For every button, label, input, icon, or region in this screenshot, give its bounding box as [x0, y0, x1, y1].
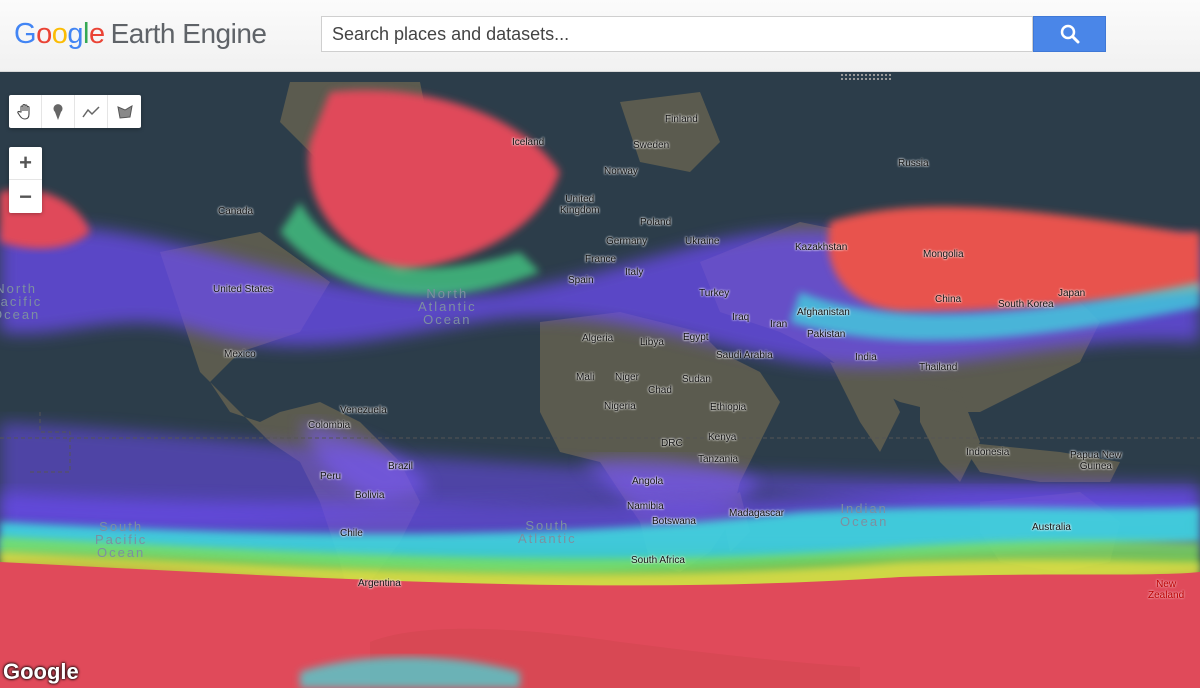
label-united-kingdom: United Kingdom	[560, 194, 600, 216]
label-russia: Russia	[898, 158, 929, 169]
label-china: China	[935, 294, 962, 305]
label-egypt: Egypt	[683, 332, 709, 343]
search-box	[321, 16, 1033, 52]
label-france: France	[585, 254, 617, 265]
map-view[interactable]: Finland Sweden Norway Russia Iceland Can…	[0, 82, 1200, 688]
label-botswana: Botswana	[652, 516, 696, 527]
label-south-pacific-ocean: South Pacific Ocean	[95, 519, 148, 560]
polygon-icon	[116, 104, 133, 119]
logo-letter: G	[14, 18, 37, 50]
label-papua-new-guinea: Papua New Guinea	[1070, 450, 1122, 472]
label-norway: Norway	[604, 166, 638, 177]
label-chad: Chad	[648, 385, 672, 396]
label-drc: DRC	[661, 438, 683, 449]
label-iceland: Iceland	[512, 137, 545, 148]
label-argentina: Argentina	[358, 578, 401, 589]
label-mongolia: Mongolia	[923, 249, 964, 260]
label-venezuela: Venezuela	[340, 405, 387, 416]
label-poland: Poland	[640, 217, 672, 228]
label-bolivia: Bolivia	[355, 490, 385, 501]
label-south-korea: South Korea	[998, 299, 1054, 310]
label-mali: Mali	[576, 372, 595, 383]
label-brazil: Brazil	[388, 461, 414, 472]
logo-letter: o	[36, 18, 52, 50]
label-ethiopia: Ethiopia	[710, 402, 747, 413]
label-south-africa: South Africa	[631, 555, 685, 566]
label-finland: Finland	[665, 114, 698, 125]
label-north-pacific-ocean: North Pacific Ocean	[0, 281, 43, 322]
label-algeria: Algeria	[582, 333, 614, 344]
marker-icon	[53, 103, 63, 120]
label-sweden: Sweden	[633, 140, 670, 151]
label-canada: Canada	[218, 206, 254, 217]
polygon-tool-button[interactable]	[108, 95, 141, 128]
label-namibia: Namibia	[627, 501, 664, 512]
label-niger: Niger	[615, 372, 639, 383]
label-nigeria: Nigeria	[604, 401, 636, 412]
label-ukraine: Ukraine	[685, 236, 720, 247]
marker-tool-button[interactable]	[42, 95, 75, 128]
app-header: Google Earth Engine	[0, 0, 1200, 72]
drawing-toolbar	[9, 95, 141, 128]
label-italy: Italy	[625, 267, 644, 278]
label-south-atlantic: South Atlantic	[518, 518, 577, 546]
label-australia: Australia	[1032, 522, 1071, 533]
pan-tool-button[interactable]	[9, 95, 42, 128]
map-layer	[0, 82, 1200, 688]
label-angola: Angola	[632, 476, 664, 487]
product-name: Earth Engine	[110, 18, 267, 49]
label-iraq: Iraq	[732, 312, 750, 323]
label-new-zealand: New Zealand	[1148, 579, 1185, 601]
label-turkey: Turkey	[699, 288, 730, 299]
search-icon	[1060, 24, 1079, 44]
google-attribution-logo: Google	[3, 659, 79, 684]
label-indian-ocean: Indian Ocean	[840, 501, 889, 529]
line-tool-button[interactable]	[75, 95, 108, 128]
label-chile: Chile	[340, 528, 363, 539]
google-earth-engine-logo[interactable]: Google Earth Engine	[14, 18, 267, 51]
label-saudi-arabia: Saudi Arabia	[716, 350, 773, 361]
label-germany: Germany	[606, 236, 648, 247]
label-japan: Japan	[1058, 288, 1086, 299]
label-north-atlantic-ocean: North Atlantic Ocean	[418, 286, 477, 327]
logo-letter: g	[67, 18, 83, 50]
label-india: India	[855, 352, 877, 363]
label-libya: Libya	[640, 337, 664, 348]
hand-pan-icon	[17, 103, 30, 120]
label-peru: Peru	[320, 471, 342, 482]
label-kazakhstan: Kazakhstan	[795, 242, 848, 253]
logo-letter: e	[88, 18, 105, 50]
label-sudan: Sudan	[682, 374, 711, 385]
label-iran: Iran	[770, 319, 788, 330]
logo-letter: o	[51, 18, 68, 50]
label-thailand: Thailand	[919, 362, 958, 373]
search-input[interactable]	[322, 17, 1032, 51]
label-indonesia: Indonesia	[966, 447, 1010, 458]
panel-drag-handle[interactable]	[841, 73, 891, 81]
polyline-icon	[82, 105, 100, 117]
search-button[interactable]	[1033, 16, 1106, 52]
label-spain: Spain	[568, 275, 594, 286]
label-mexico: Mexico	[224, 349, 256, 360]
zoom-out-button[interactable]: −	[9, 180, 42, 213]
label-afghanistan: Afghanistan	[797, 307, 850, 318]
zoom-control: + −	[9, 147, 42, 213]
zoom-in-button[interactable]: +	[9, 147, 42, 180]
label-madagascar: Madagascar	[729, 508, 785, 519]
label-kenya: Kenya	[708, 432, 737, 443]
label-tanzania: Tanzania	[698, 454, 739, 465]
label-colombia: Colombia	[308, 420, 351, 431]
label-united-states: United States	[213, 284, 274, 295]
label-pakistan: Pakistan	[807, 329, 846, 340]
